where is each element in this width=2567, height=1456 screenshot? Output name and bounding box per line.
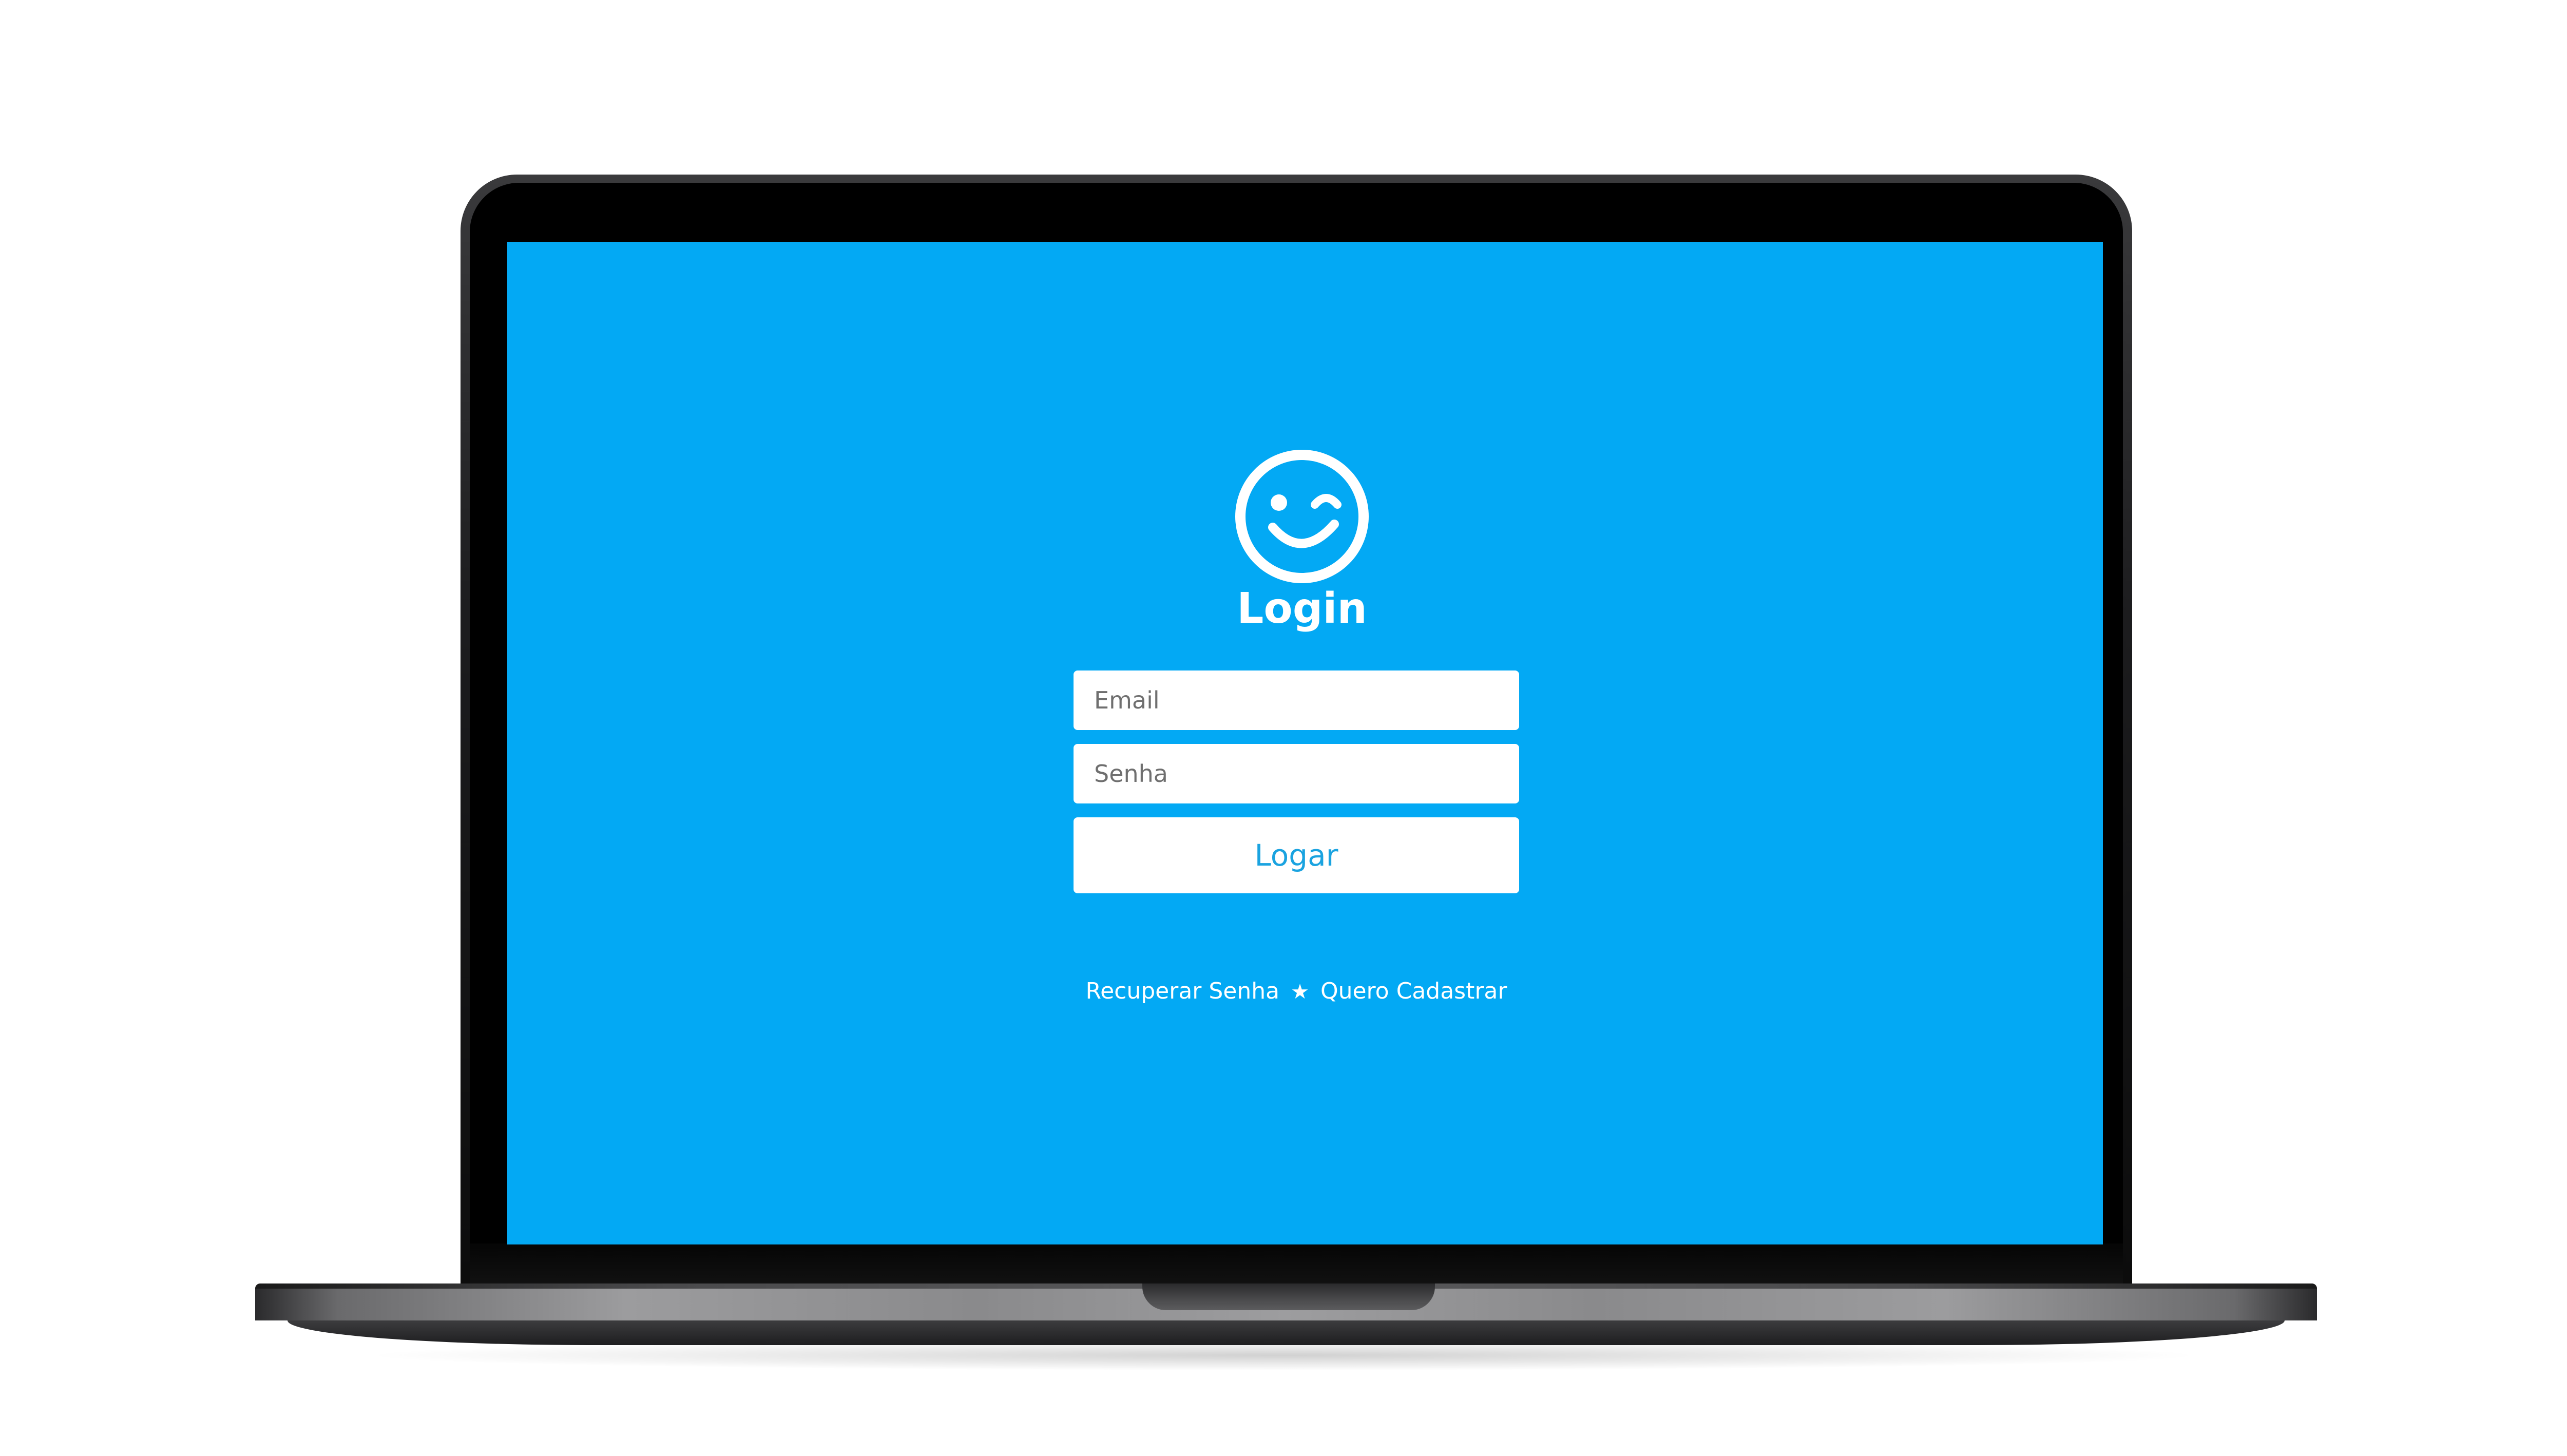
screen-bezel: Login Logar Recuperar Senha ★ Quero Cadast…	[470, 183, 2123, 1283]
password-input[interactable]	[1074, 744, 1519, 803]
laptop-base-foot	[288, 1320, 2285, 1345]
bezel-chin	[470, 1243, 2123, 1283]
login-button[interactable]: Logar	[1074, 817, 1519, 893]
laptop-lid: Login Logar Recuperar Senha ★ Quero Cadast…	[461, 175, 2132, 1283]
footer-links: Recuperar Senha ★ Quero Cadastrar	[1021, 976, 1572, 1007]
page-title: Login	[1237, 584, 1367, 633]
login-screen: Login Logar Recuperar Senha ★ Quero Cadast…	[507, 242, 2103, 1244]
laptop-opening-notch	[1142, 1283, 1435, 1310]
winking-smiley-icon	[1235, 450, 1369, 583]
register-link[interactable]: Quero Cadastrar	[1320, 978, 1507, 1004]
star-icon: ★	[1291, 980, 1309, 1004]
recover-password-link[interactable]: Recuperar Senha	[1086, 978, 1280, 1004]
device-mockup: Login Logar Recuperar Senha ★ Quero Cadast…	[0, 0, 2567, 1456]
email-input[interactable]	[1074, 670, 1519, 730]
